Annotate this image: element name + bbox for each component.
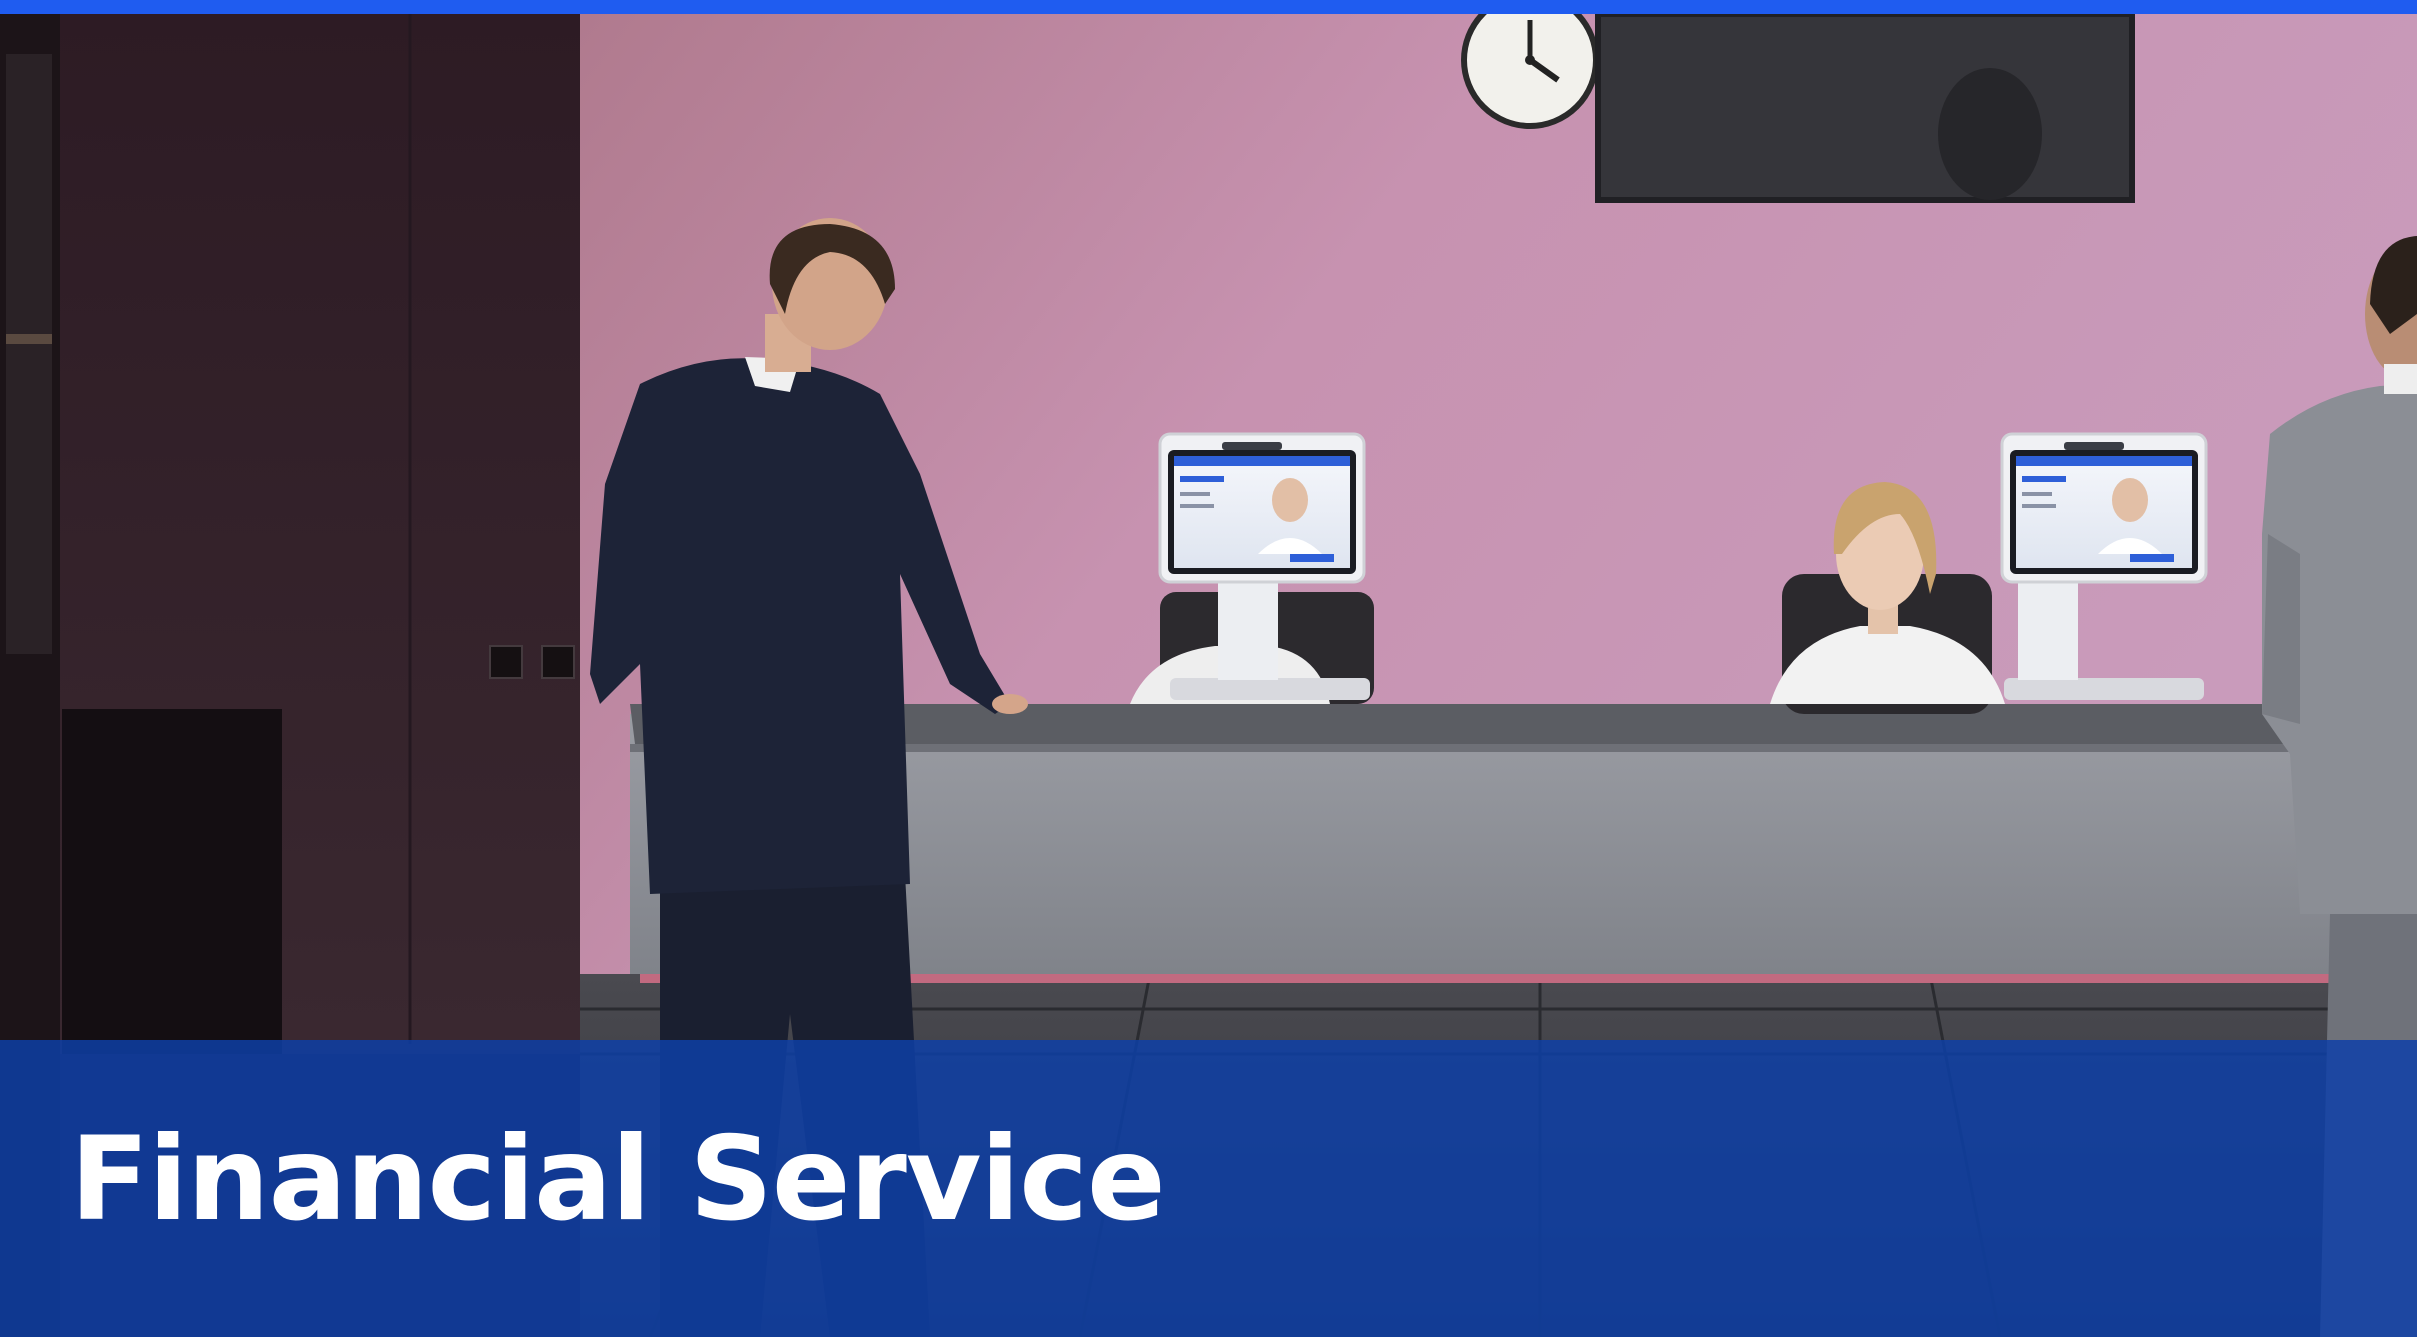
page-title: Financial Service [70,1112,1166,1247]
wall-switch [489,645,523,679]
dark-cabinet [62,709,282,1054]
tv-screen-icon [1595,14,2135,203]
wall-switch [541,645,575,679]
wall-clock-icon [1461,14,1599,129]
top-accent-bar [0,0,2417,14]
